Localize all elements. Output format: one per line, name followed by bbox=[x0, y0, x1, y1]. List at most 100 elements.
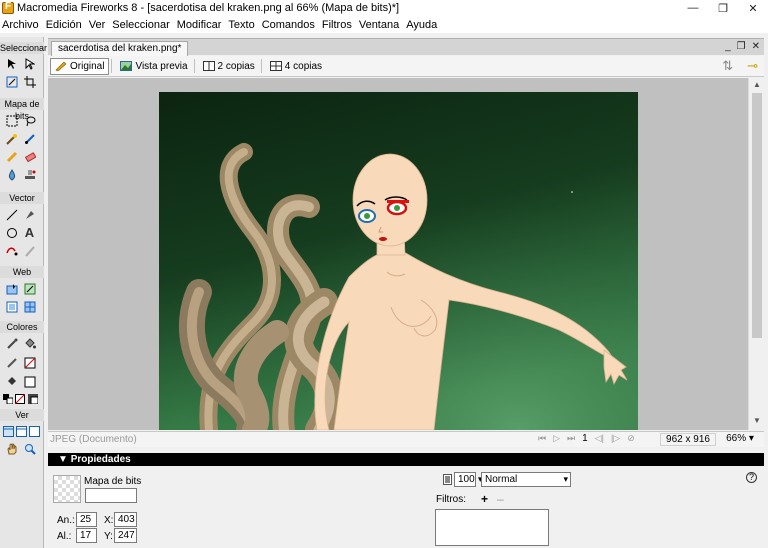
subselection-icon[interactable] bbox=[22, 56, 37, 71]
frame-controls: ⏮ ▷ ⏭ 1 ◁| |▷ ⊘ bbox=[538, 433, 635, 444]
zoom-value: 66% bbox=[726, 433, 747, 444]
scroll-down-arrow[interactable]: ▼ bbox=[749, 416, 765, 428]
document-close-button[interactable]: ✕ bbox=[752, 41, 760, 52]
default-colors-icon[interactable] bbox=[2, 391, 14, 406]
section-mapa-de-bits: Mapa de bits bbox=[0, 98, 44, 121]
menu-ventana[interactable]: Ventana bbox=[357, 19, 404, 31]
add-filter-button[interactable]: + bbox=[481, 492, 488, 506]
document-tab[interactable]: sacerdotisa del kraken.png* bbox=[51, 41, 189, 56]
menu-seleccionar[interactable]: Seleccionar bbox=[110, 19, 174, 31]
original-view-button[interactable]: Original bbox=[50, 57, 110, 75]
zoom-level[interactable]: 66% ▾ bbox=[718, 433, 762, 446]
minimize-button[interactable]: — bbox=[678, 0, 708, 16]
section-vector: Vector bbox=[0, 192, 44, 204]
close-button[interactable]: ✕ bbox=[738, 0, 768, 16]
menu-ayuda[interactable]: Ayuda bbox=[404, 19, 442, 31]
toolbar-separator bbox=[260, 59, 262, 73]
menu-modificar[interactable]: Modificar bbox=[175, 19, 227, 31]
paint-bucket-icon[interactable] bbox=[22, 336, 37, 351]
menu-archivo[interactable]: Archivo bbox=[0, 19, 44, 31]
two-up-view-label: 2 copias bbox=[217, 60, 255, 72]
document-restore-button[interactable]: ❐ bbox=[737, 41, 746, 52]
preview-view-button[interactable]: Vista previa bbox=[116, 58, 191, 75]
document-type-text: JPEG (Documento) bbox=[50, 434, 137, 445]
marquee-icon[interactable] bbox=[4, 113, 19, 128]
show-slices-icon[interactable] bbox=[22, 299, 37, 314]
knife-icon[interactable] bbox=[22, 243, 37, 258]
original-view-label: Original bbox=[70, 60, 105, 72]
last-frame-icon[interactable]: ⏭ bbox=[567, 433, 575, 444]
canvas-area[interactable] bbox=[48, 78, 748, 430]
text-tool-icon[interactable]: A bbox=[22, 225, 37, 240]
tools-panel: Seleccionar Mapa de bits Vector A Web Co… bbox=[0, 37, 47, 548]
menu-filtros[interactable]: Filtros bbox=[320, 19, 357, 31]
swap-colors-icon[interactable] bbox=[27, 391, 39, 406]
first-frame-icon[interactable]: ⏮ bbox=[538, 433, 546, 444]
remove-filter-button[interactable]: – bbox=[497, 492, 504, 506]
fill-color-icon[interactable] bbox=[4, 374, 19, 389]
lasso-icon[interactable] bbox=[22, 113, 37, 128]
slice-icon[interactable] bbox=[22, 281, 37, 296]
hotspot-icon[interactable] bbox=[4, 281, 19, 296]
opacity-field[interactable]: 100 bbox=[454, 472, 476, 487]
width-field[interactable]: 25 bbox=[76, 512, 97, 527]
stroke-color-icon[interactable] bbox=[4, 355, 19, 370]
hand-icon[interactable] bbox=[4, 441, 19, 456]
scale-icon[interactable] bbox=[4, 74, 19, 89]
menu-texto[interactable]: Texto bbox=[226, 19, 259, 31]
menu-comandos[interactable]: Comandos bbox=[260, 19, 320, 31]
key-icon[interactable]: ⊸ bbox=[747, 58, 758, 74]
document-minimize-button[interactable]: _ bbox=[725, 41, 731, 52]
freeform-icon[interactable] bbox=[4, 243, 19, 258]
height-field[interactable]: 17 bbox=[76, 528, 97, 543]
menu-edicion[interactable]: Edición bbox=[44, 19, 87, 31]
ellipse-icon[interactable] bbox=[4, 225, 19, 240]
menu-ver[interactable]: Ver bbox=[87, 19, 111, 31]
filters-label: Filtros: bbox=[436, 494, 466, 505]
eraser-icon[interactable] bbox=[22, 149, 37, 164]
object-name-field[interactable] bbox=[85, 488, 137, 503]
scroll-up-arrow[interactable]: ▲ bbox=[749, 80, 765, 92]
rubber-stamp-icon[interactable] bbox=[22, 167, 37, 182]
x-field[interactable]: 403 bbox=[114, 512, 137, 527]
full-screen-menus-icon[interactable] bbox=[15, 424, 27, 439]
next-frame-icon[interactable]: |▷ bbox=[611, 433, 620, 444]
scrollbar-thumb[interactable] bbox=[752, 93, 762, 338]
pencil-icon[interactable] bbox=[4, 149, 19, 164]
full-screen-icon[interactable] bbox=[28, 424, 40, 439]
help-icon[interactable]: ? bbox=[746, 472, 757, 483]
vertical-scrollbar[interactable]: ▲ ▼ bbox=[748, 78, 764, 430]
crop-icon[interactable] bbox=[22, 74, 37, 89]
no-color-icon[interactable] bbox=[14, 391, 26, 406]
stroke-swatch[interactable] bbox=[22, 355, 37, 370]
filters-list[interactable] bbox=[435, 509, 549, 546]
blur-icon[interactable] bbox=[4, 167, 19, 182]
two-up-view-button[interactable]: 2 copias bbox=[199, 58, 259, 75]
hide-slices-icon[interactable] bbox=[4, 299, 19, 314]
play-icon[interactable]: ▷ bbox=[553, 433, 560, 444]
stop-icon[interactable]: ⊘ bbox=[627, 433, 635, 444]
blend-mode-select[interactable]: Normal bbox=[481, 472, 571, 487]
four-up-view-label: 4 copias bbox=[284, 60, 323, 72]
artwork-image[interactable] bbox=[159, 92, 638, 430]
magic-wand-icon[interactable] bbox=[4, 131, 19, 146]
x-label: X: bbox=[104, 515, 114, 526]
properties-panel-header[interactable]: ▼ Propiedades bbox=[48, 453, 764, 466]
zoom-dropdown-icon: ▾ bbox=[748, 433, 754, 444]
quick-export-icon[interactable]: ⇅ bbox=[722, 58, 733, 74]
pen-icon[interactable] bbox=[22, 207, 37, 222]
maximize-button[interactable]: ❐ bbox=[708, 0, 738, 16]
title-bar: Macromedia Fireworks 8 - [sacerdotisa de… bbox=[0, 0, 768, 16]
fill-swatch[interactable] bbox=[22, 374, 37, 389]
two-up-icon bbox=[202, 61, 215, 71]
eyedropper-icon[interactable] bbox=[4, 336, 19, 351]
standard-screen-icon[interactable] bbox=[2, 424, 14, 439]
y-field[interactable]: 247 bbox=[114, 528, 137, 543]
pointer-icon[interactable] bbox=[4, 56, 19, 71]
four-up-view-button[interactable]: 4 copias bbox=[266, 58, 326, 75]
prev-frame-icon[interactable]: ◁| bbox=[595, 433, 604, 444]
pencil-icon bbox=[55, 61, 67, 71]
zoom-icon[interactable] bbox=[22, 441, 37, 456]
brush-icon[interactable] bbox=[22, 131, 37, 146]
line-icon[interactable] bbox=[4, 207, 19, 222]
